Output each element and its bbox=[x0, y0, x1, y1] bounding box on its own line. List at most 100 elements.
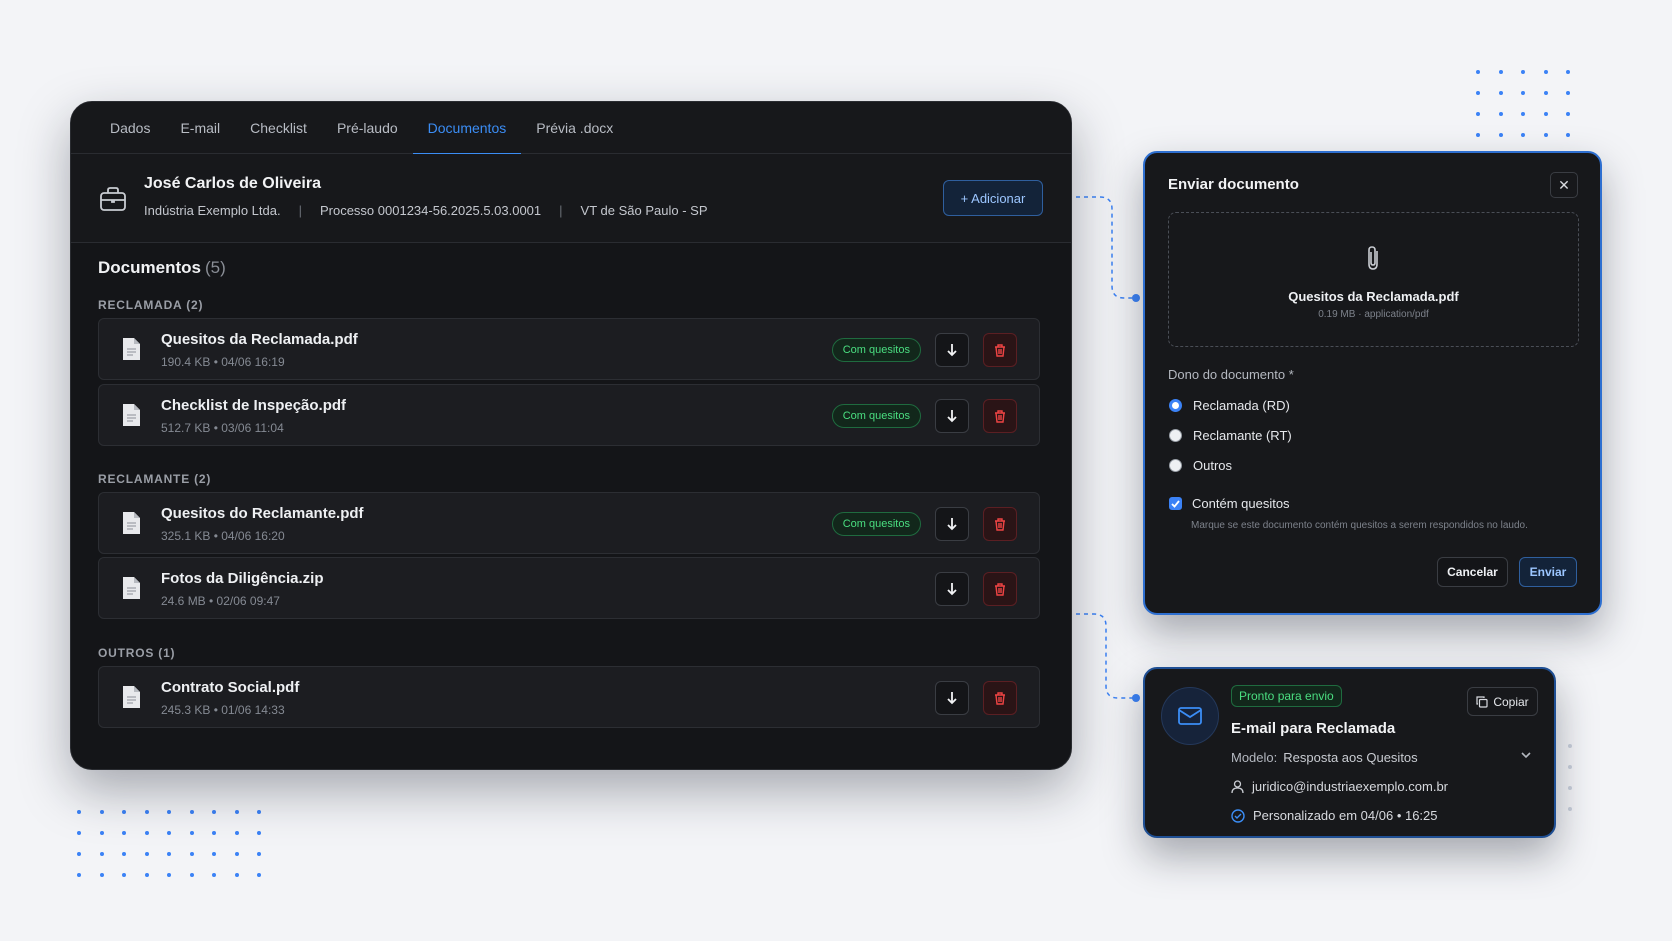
copy-button[interactable]: Copiar bbox=[1467, 687, 1538, 716]
file-icon bbox=[123, 404, 140, 426]
radio-reclamada[interactable]: Reclamada (RD) bbox=[1169, 398, 1290, 413]
trash-icon bbox=[995, 343, 1005, 357]
file-dropzone[interactable]: Quesitos da Reclamada.pdf 0.19 MB · appl… bbox=[1168, 212, 1579, 347]
decor-dot bbox=[167, 873, 171, 877]
decor-dot bbox=[1543, 133, 1548, 137]
document-name: Fotos da Diligência.zip bbox=[161, 570, 324, 587]
trash-icon bbox=[995, 517, 1005, 531]
checkbox-indicator[interactable] bbox=[1169, 497, 1182, 510]
download-icon bbox=[947, 518, 957, 531]
personalized-text: Personalizado em 04/06 • 16:25 bbox=[1253, 808, 1438, 823]
tab-pre-laudo[interactable]: Pré-laudo bbox=[322, 102, 413, 154]
document-row[interactable]: Fotos da Diligência.zip 24.6 MB • 02/06 … bbox=[98, 557, 1040, 619]
download-button[interactable] bbox=[935, 572, 969, 606]
download-button[interactable] bbox=[935, 507, 969, 541]
check-circle-icon bbox=[1231, 808, 1245, 823]
trash-icon bbox=[995, 582, 1005, 596]
download-button[interactable] bbox=[935, 681, 969, 715]
decor-dot bbox=[1476, 91, 1480, 95]
check-icon bbox=[1171, 499, 1180, 508]
decor-dot bbox=[234, 831, 239, 835]
file-icon bbox=[123, 577, 140, 599]
documents-title: Documentos (5) bbox=[98, 258, 226, 278]
cancel-button[interactable]: Cancelar bbox=[1437, 557, 1508, 587]
decor-dot bbox=[257, 873, 261, 877]
decor-dot bbox=[1568, 744, 1572, 748]
decor-dot bbox=[1521, 133, 1525, 137]
case-header: José Carlos de Oliveira Indústria Exempl… bbox=[71, 154, 1071, 243]
group-label-reclamada: RECLAMADA (2) bbox=[98, 298, 204, 312]
decor-dot bbox=[77, 810, 81, 814]
trash-icon bbox=[995, 409, 1005, 423]
chevron-down-icon[interactable] bbox=[1520, 749, 1532, 761]
download-button[interactable] bbox=[935, 399, 969, 433]
decor-dot bbox=[1566, 112, 1570, 116]
personalized-line: Personalizado em 04/06 • 16:25 bbox=[1231, 808, 1438, 823]
decor-dot bbox=[234, 810, 239, 814]
decor-dot bbox=[122, 852, 126, 856]
tab-dados[interactable]: Dados bbox=[95, 102, 165, 154]
download-icon bbox=[947, 344, 957, 357]
file-icon bbox=[123, 686, 140, 708]
document-meta: 245.3 KB • 01/06 14:33 bbox=[161, 703, 285, 717]
selected-file-meta: 0.19 MB · application/pdf bbox=[1318, 309, 1429, 320]
radio-indicator[interactable] bbox=[1169, 459, 1182, 472]
add-document-button[interactable]: + Adicionar bbox=[943, 180, 1043, 216]
radio-indicator[interactable] bbox=[1169, 429, 1182, 442]
decor-dot bbox=[1566, 70, 1570, 74]
radio-outros[interactable]: Outros bbox=[1169, 458, 1232, 473]
delete-button[interactable] bbox=[983, 399, 1017, 433]
tab-bar: Dados E-mail Checklist Pré-laudo Documen… bbox=[71, 102, 1071, 155]
document-row[interactable]: Quesitos do Reclamante.pdf 325.1 KB • 04… bbox=[98, 492, 1040, 554]
decor-dot bbox=[257, 852, 261, 856]
download-button[interactable] bbox=[935, 333, 969, 367]
send-button[interactable]: Enviar bbox=[1519, 557, 1577, 587]
decor-dot bbox=[212, 810, 216, 814]
trash-icon bbox=[995, 691, 1005, 705]
delete-button[interactable] bbox=[983, 333, 1017, 367]
delete-button[interactable] bbox=[983, 507, 1017, 541]
decor-dot bbox=[212, 831, 216, 835]
selected-file-name: Quesitos da Reclamada.pdf bbox=[1288, 289, 1459, 304]
quesitos-badge: Com quesitos bbox=[831, 512, 921, 536]
email-model[interactable]: Modelo: Resposta aos Quesitos bbox=[1231, 750, 1418, 765]
tab-documentos[interactable]: Documentos bbox=[412, 102, 522, 155]
radio-indicator[interactable] bbox=[1169, 399, 1182, 412]
tab-checklist[interactable]: Checklist bbox=[235, 102, 322, 154]
tab-email[interactable]: E-mail bbox=[165, 102, 235, 154]
mail-icon-circle bbox=[1161, 687, 1219, 745]
radio-reclamante[interactable]: Reclamante (RT) bbox=[1169, 428, 1292, 443]
group-label-outros: OUTROS (1) bbox=[98, 646, 176, 660]
decor-dot bbox=[1566, 133, 1570, 137]
document-row[interactable]: Checklist de Inspeção.pdf 512.7 KB • 03/… bbox=[98, 384, 1040, 446]
group-label-reclamante: RECLAMANTE (2) bbox=[98, 472, 212, 486]
decor-dot bbox=[1498, 133, 1503, 137]
decor-dot bbox=[1476, 133, 1480, 137]
documents-count: (5) bbox=[204, 258, 226, 277]
model-value: Resposta aos Quesitos bbox=[1283, 750, 1418, 765]
contains-quesitos-checkbox[interactable]: Contém quesitos bbox=[1169, 496, 1290, 511]
decor-dot bbox=[257, 810, 261, 814]
case-company: Indústria Exemplo Ltda. bbox=[144, 203, 281, 218]
document-meta: 190.4 KB • 04/06 16:19 bbox=[161, 355, 285, 369]
decor-dot bbox=[1568, 786, 1572, 790]
document-name: Contrato Social.pdf bbox=[161, 679, 300, 696]
meta-separator: | bbox=[298, 203, 302, 218]
decor-dot bbox=[144, 873, 149, 877]
delete-button[interactable] bbox=[983, 681, 1017, 715]
decor-dot bbox=[234, 873, 239, 877]
email-title: E-mail para Reclamada bbox=[1231, 720, 1396, 737]
close-button[interactable]: ✕ bbox=[1550, 172, 1578, 198]
decor-dot bbox=[1543, 112, 1548, 116]
document-row[interactable]: Quesitos da Reclamada.pdf 190.4 KB • 04/… bbox=[98, 318, 1040, 380]
decor-dot bbox=[234, 852, 239, 856]
mail-icon bbox=[1178, 707, 1202, 725]
decor-dot bbox=[1521, 112, 1525, 116]
dot-grid-top-right bbox=[1476, 70, 1589, 137]
document-row[interactable]: Contrato Social.pdf 245.3 KB • 01/06 14:… bbox=[98, 666, 1040, 728]
tab-previa-docx[interactable]: Prévia .docx bbox=[521, 102, 628, 154]
model-label: Modelo: bbox=[1231, 750, 1278, 765]
radio-label: Reclamante (RT) bbox=[1193, 428, 1292, 443]
delete-button[interactable] bbox=[983, 572, 1017, 606]
decor-dot bbox=[99, 831, 104, 835]
